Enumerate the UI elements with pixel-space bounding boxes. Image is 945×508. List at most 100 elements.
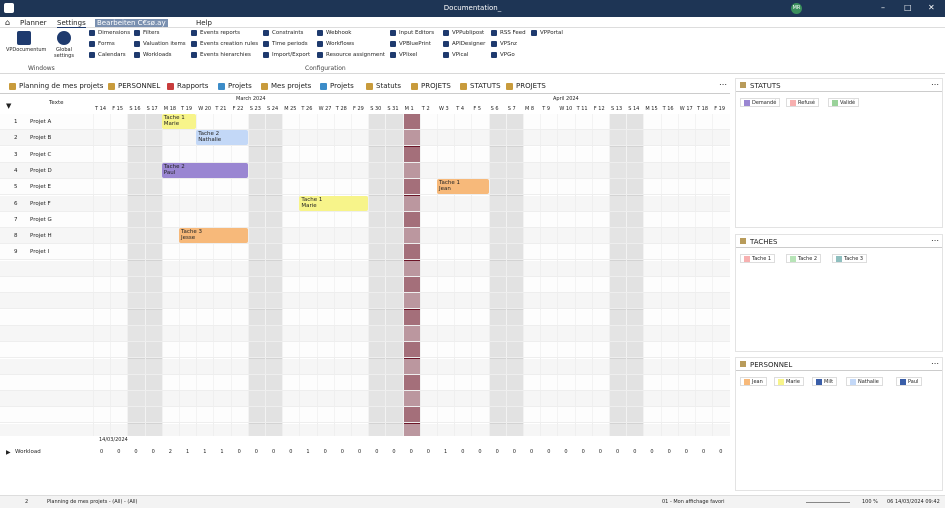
minimize-icon[interactable]: – (881, 3, 885, 12)
legend-chip[interactable]: Jean (740, 377, 767, 386)
ribbon-item-workflows[interactable]: Workflows (317, 41, 354, 47)
panel-more-icon[interactable]: ⋯ (931, 236, 939, 245)
tab-5[interactable]: Projets (320, 82, 354, 90)
legend-chip[interactable]: Marie (774, 377, 804, 386)
more-icon[interactable]: ⋯ (719, 80, 727, 89)
ribbon-item-events-creation-rules[interactable]: Events creation rules (191, 41, 258, 47)
ribbon-item-dimensions[interactable]: Dimensions (89, 30, 130, 36)
table-row[interactable] (0, 391, 730, 408)
ribbon-item-events-hierarchies[interactable]: Events hierarchies (191, 52, 251, 58)
legend-chip[interactable]: Tache 3 (832, 254, 868, 263)
table-row[interactable] (0, 114, 730, 130)
table-row[interactable] (0, 179, 730, 196)
menu-settings[interactable]: Settings (57, 19, 86, 28)
zoom-slider[interactable] (806, 502, 850, 503)
table-row[interactable] (0, 162, 730, 179)
tab-9[interactable]: PROJETS (506, 82, 546, 90)
table-row[interactable] (0, 146, 730, 163)
table-row[interactable] (0, 325, 730, 342)
ribbon-item-calendars[interactable]: Calendars (89, 52, 126, 58)
table-row[interactable] (0, 407, 730, 424)
ribbon-item-events-reports[interactable]: Events reports (191, 30, 240, 36)
ribbon-item-workloads[interactable]: Workloads (134, 52, 172, 58)
ribbon-item-vplixel[interactable]: VPlixel (390, 52, 417, 58)
ribbon-item-webhook[interactable]: Webhook (317, 30, 351, 36)
legend-chip[interactable]: Paul (896, 377, 923, 386)
ribbon-item-vpportal[interactable]: VPPortal (531, 30, 563, 36)
table-row[interactable] (0, 228, 730, 245)
tab-3[interactable]: Projets (218, 82, 252, 90)
task-bar[interactable]: Tache 2 Paul (161, 162, 248, 178)
global-settings-button[interactable]: Global settings (52, 31, 76, 59)
day-label: S 16 (129, 106, 141, 112)
status-favorite[interactable]: 01 - Mon affichage favori (662, 499, 724, 505)
menu-planner[interactable]: Planner (20, 19, 47, 27)
workload-value: 0 (426, 449, 430, 455)
task-bar[interactable]: Tache 1 Marie (299, 195, 369, 211)
date-field[interactable]: 14/03/2024 (99, 437, 128, 443)
table-row[interactable] (0, 211, 730, 228)
legend-chip[interactable]: Validé (828, 98, 860, 107)
tab-2[interactable]: Rapports (167, 82, 208, 90)
ribbon-item-input-editors[interactable]: Input Editors (390, 30, 434, 36)
user-avatar[interactable]: MR (791, 3, 802, 14)
task-bar[interactable]: Tache 3 Jesse (179, 228, 248, 244)
ribbon-item-time-periods[interactable]: Time periods (263, 41, 308, 47)
ribbon-item-vpical[interactable]: VPical (443, 52, 468, 58)
maximize-icon[interactable]: □ (904, 3, 912, 12)
table-row[interactable] (0, 374, 730, 391)
ribbon-item-resource-assignment[interactable]: Resource assignment (317, 52, 385, 58)
tab-4[interactable]: Mes projets (261, 82, 311, 90)
ribbon-item-rss-feed[interactable]: RSS Feed (491, 30, 526, 36)
ribbon-item-filters[interactable]: Filters (134, 30, 160, 36)
task-bar[interactable]: Tache 1 Marie (161, 114, 197, 129)
ribbon-item-valuation-items[interactable]: Valuation items (134, 41, 186, 47)
table-row[interactable] (0, 293, 730, 310)
ribbon-item-vppublipost[interactable]: VPPublipost (443, 30, 484, 36)
ribbon-item-vpgo[interactable]: VPGo (491, 52, 515, 58)
ribbon-item-apidesigner[interactable]: APIDesigner (443, 41, 485, 47)
legend-chip[interactable]: Nathalie (846, 377, 883, 386)
tab-8[interactable]: STATUTS (460, 82, 501, 90)
tab-1[interactable]: PERSONNEL (108, 82, 160, 90)
table-row[interactable] (0, 423, 730, 436)
row-number: 1 (14, 119, 18, 125)
day-label: S 24 (267, 106, 279, 112)
filter-icon[interactable]: ▼ (6, 102, 11, 110)
table-row[interactable] (0, 244, 730, 261)
tab-0[interactable]: Planning de mes projets (9, 82, 103, 90)
task-bar[interactable]: Tache 2 Nathalie (196, 130, 248, 146)
gantt-grid[interactable]: Texte ▼ March 2024 April 2024 T 14 F 15 S 16 S … (0, 94, 730, 436)
table-row[interactable] (0, 260, 730, 277)
legend-chip[interactable]: Tache 1 (740, 254, 776, 263)
task-person: Paul (163, 169, 176, 176)
ribbon-item-constraints[interactable]: Constraints (263, 30, 303, 36)
table-row[interactable] (0, 358, 730, 375)
task-bar[interactable]: Tache 1 Jean (437, 179, 489, 195)
ribbon-item-vpblueprint[interactable]: VPBluePrint (390, 41, 431, 47)
legend-chip[interactable]: Tache 2 (786, 254, 822, 263)
tab-icon (261, 82, 268, 90)
legend-chip[interactable]: Demandé (740, 98, 781, 107)
workload-value: 0 (151, 449, 155, 455)
day-label: M 18 (163, 106, 177, 112)
home-icon[interactable]: ⌂ (5, 18, 10, 27)
table-row[interactable] (0, 277, 730, 293)
ribbon-item-forms[interactable]: Forms (89, 41, 115, 47)
close-icon[interactable]: ✕ (928, 3, 935, 12)
table-row[interactable] (0, 342, 730, 359)
tab-6[interactable]: Statuts (366, 82, 401, 90)
ribbon-item-vpsnz[interactable]: VPSnz (491, 41, 517, 47)
ribbon-item-import-export[interactable]: Import/Export (263, 52, 310, 58)
table-row[interactable] (0, 130, 730, 147)
panel-more-icon[interactable]: ⋯ (931, 80, 939, 89)
tab-icon (506, 82, 513, 90)
panel-more-icon[interactable]: ⋯ (931, 359, 939, 368)
legend-chip[interactable]: Milt (812, 377, 838, 386)
tab-7[interactable]: PROJETS (411, 82, 451, 90)
workload-value: 0 (478, 449, 482, 455)
menu-help[interactable]: Help (196, 19, 212, 27)
vpdocumentum-button[interactable]: VPDocumentum (6, 31, 46, 53)
legend-chip[interactable]: Refusé (786, 98, 819, 107)
table-row[interactable] (0, 309, 730, 326)
